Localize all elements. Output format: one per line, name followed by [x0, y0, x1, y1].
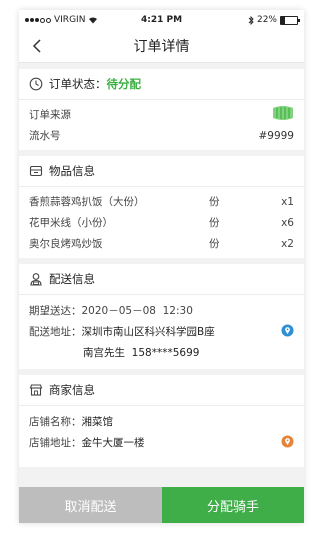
goods-item-unit: 份: [209, 238, 220, 250]
goods-item: 花甲米线（小份） 份 x6: [19, 212, 304, 233]
store-name-label: 店铺名称：: [29, 416, 82, 428]
status-bar: VIRGIN 4:21 PM 22%: [19, 10, 304, 30]
goods-header: 物品信息: [19, 156, 304, 187]
goods-item-unit: 份: [209, 217, 220, 229]
bottom-action-bar: 取消配送 分配骑手: [19, 487, 304, 523]
bluetooth-icon: [248, 15, 254, 25]
signal-icon: [25, 17, 51, 23]
contact-row: 南宫先生 158****5699: [19, 342, 304, 363]
goods-item: 香煎蒜蓉鸡扒饭（大份） 份 x1: [19, 191, 304, 212]
merchant-title: 商家信息: [49, 383, 95, 397]
order-status-value: 待分配: [106, 77, 142, 91]
expected-time-row: 期望送达： 2020－05－08 12:30: [19, 300, 304, 321]
merchant-body: 店铺名称： 湘菜馆 店铺地址： 金牛大厦一楼: [19, 406, 304, 467]
goods-item-unit: 份: [209, 196, 220, 208]
location-pin-icon[interactable]: [281, 435, 294, 452]
source-logo-icon: [272, 105, 294, 124]
store-address-label: 店铺地址：: [29, 437, 82, 449]
goods-title: 物品信息: [49, 164, 95, 178]
goods-section: 物品信息 香煎蒜蓉鸡扒饭（大份） 份 x1 花甲米线（小份） 份 x6 奥尔良烤…: [19, 156, 304, 258]
delivery-address-value: 深圳市南山区科兴科学园B座: [81, 326, 215, 338]
goods-item-name: 奥尔良烤鸡炒饭: [29, 238, 103, 250]
store-address-row: 店铺地址： 金牛大厦一楼: [19, 432, 304, 453]
serial-value: #9999: [258, 129, 294, 142]
serial-row: 流水号 #9999: [19, 125, 304, 150]
battery-fill: [281, 16, 285, 24]
battery-percent: 22%: [256, 15, 277, 25]
goods-item-qty: x1: [281, 195, 294, 208]
order-source-row: 订单来源: [19, 104, 304, 125]
store-name-value: 湘菜馆: [81, 416, 114, 428]
store-name-row: 店铺名称： 湘菜馆: [19, 411, 304, 432]
goods-item-qty: x6: [281, 216, 294, 229]
goods-item-name: 花甲米线（小份）: [29, 217, 113, 229]
goods-item-qty: x2: [281, 237, 294, 250]
contact-value: 南宫先生 158****5699: [83, 347, 200, 359]
status-left: VIRGIN: [25, 15, 98, 25]
merchant-header: 商家信息: [19, 375, 304, 406]
delivery-address-label: 配送地址：: [29, 326, 82, 338]
delivery-header: 配送信息: [19, 264, 304, 295]
delivery-body: 期望送达： 2020－05－08 12:30 配送地址： 深圳市南山区科兴科学园…: [19, 295, 304, 369]
goods-list: 香煎蒜蓉鸡扒饭（大份） 份 x1 花甲米线（小份） 份 x6 奥尔良烤鸡炒饭 份…: [19, 187, 304, 258]
delivery-address-row: 配送地址： 深圳市南山区科兴科学园B座: [19, 321, 304, 342]
battery-icon: [280, 15, 300, 25]
goods-item-name: 香煎蒜蓉鸡扒饭（大份）: [29, 196, 145, 208]
order-status-header: 订单状态： 待分配: [19, 69, 304, 100]
assign-rider-button[interactable]: 分配骑手: [162, 487, 304, 523]
expected-time-label: 期望送达：: [29, 305, 82, 317]
nav-bar: 订单详情: [19, 30, 304, 63]
chevron-left-icon: [32, 39, 41, 53]
carrier-name: VIRGIN: [54, 15, 86, 25]
location-pin-icon[interactable]: [281, 324, 294, 341]
delivery-title: 配送信息: [49, 272, 95, 286]
order-status-section: 订单状态： 待分配 订单来源 流水号 #9999: [19, 69, 304, 150]
page-title: 订单详情: [133, 39, 190, 55]
package-icon: [29, 165, 43, 177]
courier-icon: [30, 273, 42, 286]
status-right: 22%: [248, 15, 300, 25]
order-status-label: 订单状态：: [49, 77, 107, 91]
delivery-section: 配送信息 期望送达： 2020－05－08 12:30 配送地址： 深圳市南山区…: [19, 264, 304, 369]
phone-screen: VIRGIN 4:21 PM 22% 订单详情 订单状态： 待分配 订单来源 流水…: [19, 10, 304, 523]
goods-item: 奥尔良烤鸡炒饭 份 x2: [19, 233, 304, 254]
expected-time-value: 2020－05－08 12:30: [81, 305, 193, 317]
order-source-label: 订单来源: [29, 109, 71, 121]
cancel-delivery-button[interactable]: 取消配送: [19, 487, 162, 523]
clock-icon: [29, 77, 43, 91]
back-button[interactable]: [27, 36, 47, 56]
serial-label: 流水号: [29, 130, 61, 142]
wifi-icon: [89, 17, 98, 24]
store-address-value: 金牛大厦一楼: [81, 437, 145, 449]
merchant-section: 商家信息 店铺名称： 湘菜馆 店铺地址： 金牛大厦一楼: [19, 375, 304, 467]
store-icon: [29, 384, 43, 396]
